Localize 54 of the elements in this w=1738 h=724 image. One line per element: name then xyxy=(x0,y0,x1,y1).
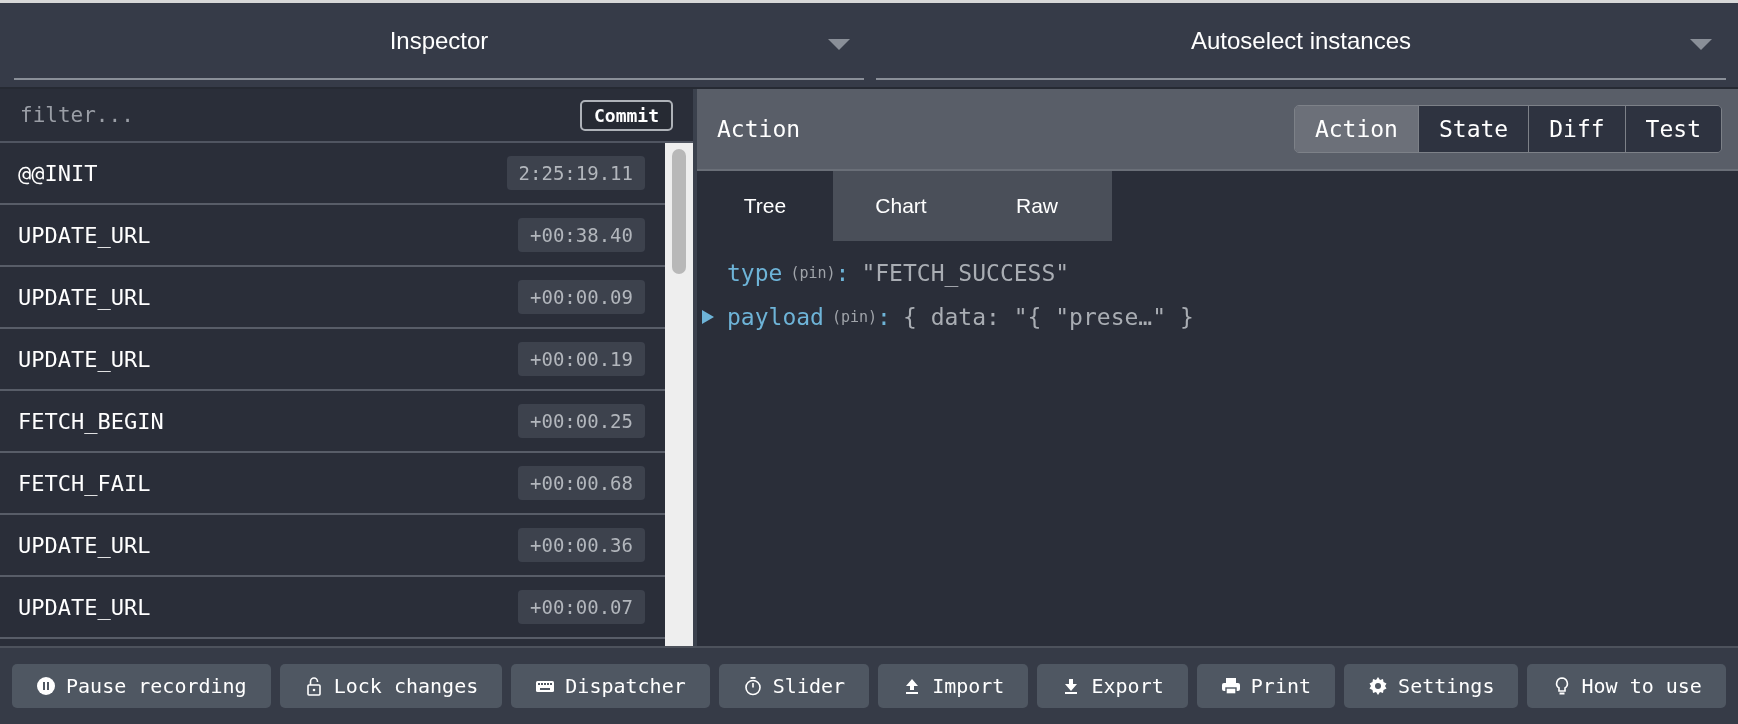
key-separator: : xyxy=(877,304,891,330)
sub-tab[interactable]: Raw xyxy=(969,171,1105,241)
action-name[interactable]: UPDATE_URL xyxy=(18,284,151,310)
panel-title: Action xyxy=(717,116,801,142)
toolbar-button[interactable]: Slider xyxy=(718,664,870,708)
toolbar-button[interactable]: Lock changes xyxy=(279,664,503,708)
view-tab[interactable]: State xyxy=(1417,106,1529,152)
view-tab[interactable]: Test xyxy=(1624,106,1721,152)
pin-link[interactable]: (pin) xyxy=(790,264,836,282)
timestamp: +00:38.40 xyxy=(518,218,645,252)
timestamp: +00:00.25 xyxy=(518,404,645,438)
action-name[interactable]: UPDATE_URL xyxy=(18,346,151,372)
tree-key[interactable]: payload xyxy=(727,304,824,330)
action-name[interactable]: UPDATE_URL xyxy=(18,532,151,558)
scrollbar-thumb[interactable] xyxy=(672,149,686,274)
commit-button[interactable]: Commit xyxy=(579,99,673,131)
action-name[interactable]: FETCH_FAIL xyxy=(18,470,151,496)
key-separator: : xyxy=(835,260,850,286)
toolbar-button[interactable]: Pause recording xyxy=(12,664,271,708)
view-tab[interactable]: Action xyxy=(1294,106,1418,152)
filter-field[interactable]: filter... xyxy=(18,102,570,128)
caret-icon xyxy=(828,39,850,50)
toolbar-button[interactable]: Dispatcher xyxy=(511,664,710,708)
scrollbar[interactable] xyxy=(665,143,693,646)
action-name[interactable]: FETCH_BEGIN xyxy=(18,408,164,434)
timestamp: +00:00.07 xyxy=(518,590,645,624)
toolbar-button[interactable]: Settings xyxy=(1344,664,1519,708)
expand-arrow-icon[interactable] xyxy=(701,310,715,324)
action-name[interactable]: UPDATE_URL xyxy=(18,222,151,248)
instance-dropdown[interactable]: Autoselect instances xyxy=(876,3,1726,80)
timestamp: +00:00.19 xyxy=(518,342,645,376)
caret-icon xyxy=(1690,39,1712,50)
toolbar-button[interactable]: Export xyxy=(1037,664,1188,708)
settings-icon xyxy=(1368,676,1389,696)
timestamp: +00:00.09 xyxy=(518,280,645,314)
tree-key[interactable]: type xyxy=(727,260,783,286)
action-name[interactable]: UPDATE_URL xyxy=(18,594,151,620)
view-tab[interactable]: Diff xyxy=(1528,106,1625,152)
timestamp: +00:00.68 xyxy=(518,466,645,500)
toolbar-button[interactable]: How to use xyxy=(1527,664,1726,708)
tree-value: { data: "{ "prese…" } xyxy=(902,304,1194,330)
tree-value: "FETCH_SUCCESS" xyxy=(861,260,1070,286)
sub-tab[interactable]: Tree xyxy=(697,171,833,241)
pause-icon xyxy=(36,676,57,696)
stopwatch-icon xyxy=(742,676,763,696)
toolbar-button[interactable]: Print xyxy=(1196,664,1336,708)
action-name[interactable]: @@INIT xyxy=(18,160,98,186)
toolbar-button[interactable]: Import xyxy=(878,664,1029,708)
pin-link[interactable]: (pin) xyxy=(831,308,878,326)
monitor-dropdown[interactable]: Inspector xyxy=(14,3,864,80)
timestamp: 2:25:19.11 xyxy=(506,156,645,190)
timestamp: +00:00.36 xyxy=(518,528,645,562)
printer-icon xyxy=(1220,676,1241,696)
sub-tab[interactable]: Chart xyxy=(833,171,969,241)
